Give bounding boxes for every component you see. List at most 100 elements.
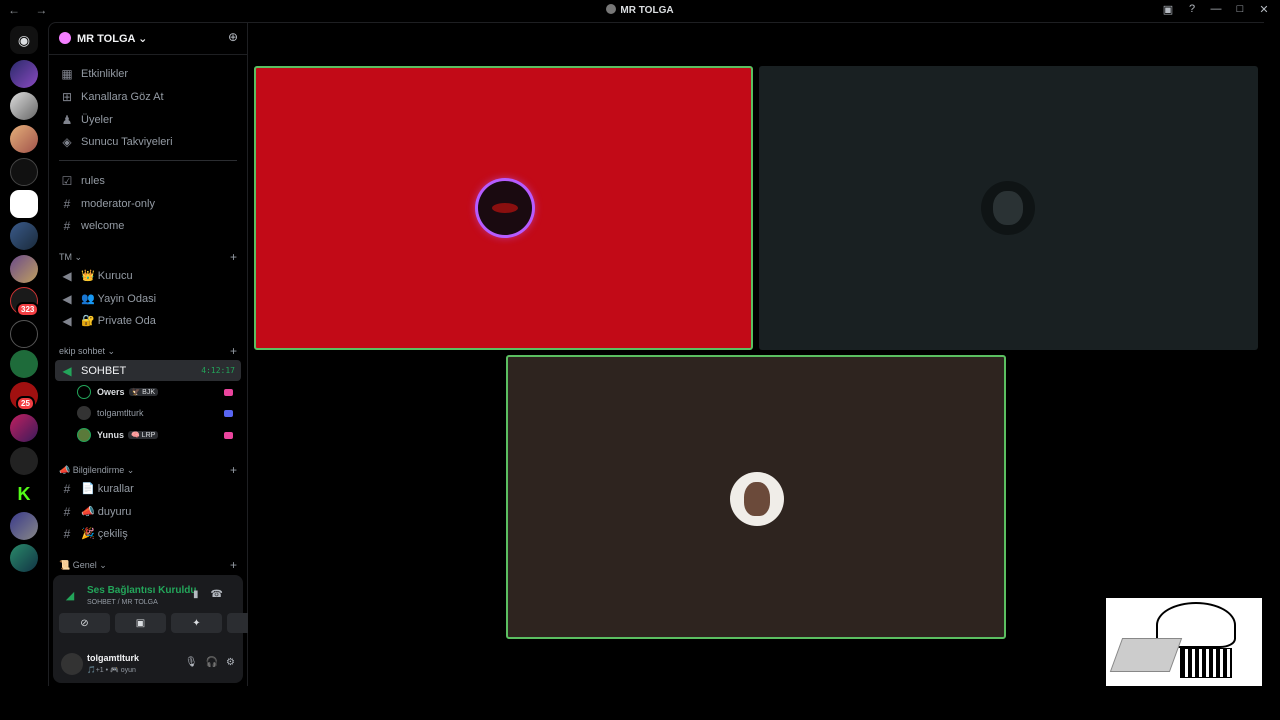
server-icon[interactable] — [10, 92, 38, 120]
bongo-cat-overlay — [1106, 598, 1262, 686]
inbox-icon[interactable]: ▣ — [1162, 3, 1174, 16]
server-icon[interactable] — [10, 125, 38, 153]
channel-kurallar[interactable]: # 📄 kurallar — [55, 478, 241, 499]
hash-icon: # — [63, 526, 71, 541]
add-channel-icon[interactable]: + — [230, 250, 237, 264]
disconnect-icon[interactable]: ☎ — [211, 589, 235, 600]
avatar — [77, 428, 91, 442]
avatar — [478, 181, 532, 235]
category-ekip-sohbet[interactable]: ekip sohbet ⌄ + — [59, 344, 239, 360]
menu-boosts[interactable]: ◈ Sunucu Takviyeleri — [55, 131, 241, 152]
menu-events[interactable]: ▦ Etkinlikler — [55, 63, 241, 84]
server-name[interactable]: MR TOLGA ⌄ — [77, 32, 147, 45]
help-icon[interactable]: ? — [1186, 3, 1198, 16]
server-icon[interactable] — [10, 320, 38, 348]
server-icon[interactable] — [10, 255, 38, 283]
camera-off-button[interactable]: ⊘ — [59, 613, 110, 633]
hash-icon: # — [63, 196, 71, 211]
username[interactable]: tolgamtlturk — [87, 653, 139, 663]
channel-rules[interactable]: ☑ rules — [55, 170, 241, 191]
headphones-icon[interactable]: 🎧 — [206, 657, 218, 668]
speaker-icon: ◀ — [62, 363, 72, 378]
server-icon[interactable] — [10, 350, 38, 378]
browse-icon: ⊞ — [61, 89, 73, 104]
user-tag: 🧠 LRP — [128, 431, 159, 439]
server-icon[interactable] — [10, 190, 38, 218]
participant-tile[interactable] — [506, 355, 1006, 639]
voice-user-panel: ◢ Ses Bağlantısı Kuruldu SOHBET / MR TOL… — [53, 575, 278, 683]
voice-channel-kurucu[interactable]: ◀ 👑 Kurucu — [55, 265, 241, 286]
server-icon[interactable] — [10, 512, 38, 540]
voice-channel-sohbet[interactable]: ◀ SOHBET 4:12:17 — [55, 360, 241, 381]
server-icon[interactable] — [10, 158, 38, 186]
title-bar: ← → MR TOLGA ▣ ? — □ ✕ — [0, 0, 1280, 22]
minimize-icon[interactable]: — — [1210, 3, 1222, 16]
notification-badge: 25 — [16, 396, 35, 411]
voice-stage — [248, 22, 1264, 686]
avatar — [77, 406, 91, 420]
server-icon[interactable] — [10, 60, 38, 88]
server-icon[interactable] — [10, 544, 38, 572]
window-title: MR TOLGA — [0, 4, 1280, 16]
speaker-icon: ◀ — [62, 268, 72, 283]
game-icon — [224, 409, 233, 417]
add-channel-icon[interactable]: + — [230, 463, 237, 477]
activities-button[interactable]: ✦ — [171, 613, 222, 633]
user-tag: 🦅 BJK — [128, 388, 159, 396]
calendar-icon: ▦ — [61, 66, 73, 81]
participant-tile[interactable] — [254, 66, 753, 350]
microphone-icon[interactable]: 🎙 — [185, 657, 198, 668]
add-member-icon[interactable]: ⊕ — [228, 30, 238, 44]
screen-share-button[interactable]: ▣ — [115, 613, 166, 633]
call-timer: 4:12:17 — [201, 366, 235, 375]
speaker-icon: ◀ — [62, 291, 72, 306]
mousepad-illustration — [1109, 638, 1183, 672]
channel-sidebar: MR TOLGA ⌄ ⊕ ▦ Etkinlikler ⊞ Kanallara Göz… — [48, 22, 278, 686]
channel-duyuru[interactable]: # 📣 duyuru — [55, 501, 241, 522]
activity-icon — [224, 388, 233, 396]
category-genel[interactable]: 📜 Genel ⌄ + — [59, 558, 239, 574]
discord-home-icon[interactable]: ◉ — [10, 26, 38, 54]
add-channel-icon[interactable]: + — [230, 344, 237, 358]
server-avatar-icon — [59, 32, 71, 44]
voice-user[interactable]: Yunus 🧠 LRP — [77, 425, 239, 445]
maximize-icon[interactable]: □ — [1234, 3, 1246, 16]
hash-icon: # — [63, 218, 71, 233]
voice-connection-location[interactable]: SOHBET / MR TOLGA — [87, 599, 158, 606]
channel-cekilis[interactable]: # 🎉 çekiliş — [55, 523, 241, 544]
add-channel-icon[interactable]: + — [230, 558, 237, 572]
hash-icon: # — [63, 504, 71, 519]
screen-share-icon: ▣ — [135, 617, 146, 629]
user-status: 🎵+1 • 🎮 oyun — [87, 667, 136, 674]
voice-user[interactable]: tolgamtlturk — [77, 403, 239, 423]
kick-server-icon[interactable]: K — [10, 480, 38, 508]
server-rail: ◉ 323 25 K — [0, 22, 48, 686]
speaker-icon: ◀ — [62, 313, 72, 328]
voice-channel-yayin-odasi[interactable]: ◀ 👥 Yayin Odasi — [55, 288, 241, 309]
close-icon[interactable]: ✕ — [1258, 3, 1270, 16]
voice-connection-status[interactable]: Ses Bağlantısı Kuruldu — [87, 585, 196, 596]
server-icon[interactable] — [10, 414, 38, 442]
gear-icon[interactable]: ⚙ — [226, 657, 235, 668]
avatar[interactable] — [61, 653, 83, 675]
server-icon[interactable] — [10, 222, 38, 250]
activity-icon — [224, 431, 233, 439]
noise-suppression-icon[interactable]: ▮ — [193, 589, 211, 600]
avatar — [981, 181, 1035, 235]
camera-off-icon: ⊘ — [80, 617, 89, 629]
notification-badge: 323 — [16, 302, 40, 317]
signal-icon[interactable]: ◢ — [61, 587, 79, 605]
members-icon: ♟ — [61, 112, 73, 127]
server-header[interactable]: MR TOLGA ⌄ ⊕ — [49, 23, 247, 55]
menu-members[interactable]: ♟ Üyeler — [55, 109, 241, 130]
avatar — [730, 472, 784, 526]
category-tm[interactable]: TM ⌄ + — [59, 250, 239, 266]
voice-user[interactable]: Owers 🦅 BJK — [77, 382, 239, 402]
category-bilgilendirme[interactable]: 📣 Bilgilendirme ⌄ + — [59, 463, 239, 479]
channel-moderator-only[interactable]: # moderator-only — [55, 193, 241, 214]
menu-browse-channels[interactable]: ⊞ Kanallara Göz At — [55, 86, 241, 107]
voice-channel-private-oda[interactable]: ◀ 🔐 Private Oda — [55, 310, 241, 331]
participant-tile[interactable] — [759, 66, 1258, 350]
server-icon[interactable] — [10, 447, 38, 475]
channel-welcome[interactable]: # welcome — [55, 215, 241, 236]
